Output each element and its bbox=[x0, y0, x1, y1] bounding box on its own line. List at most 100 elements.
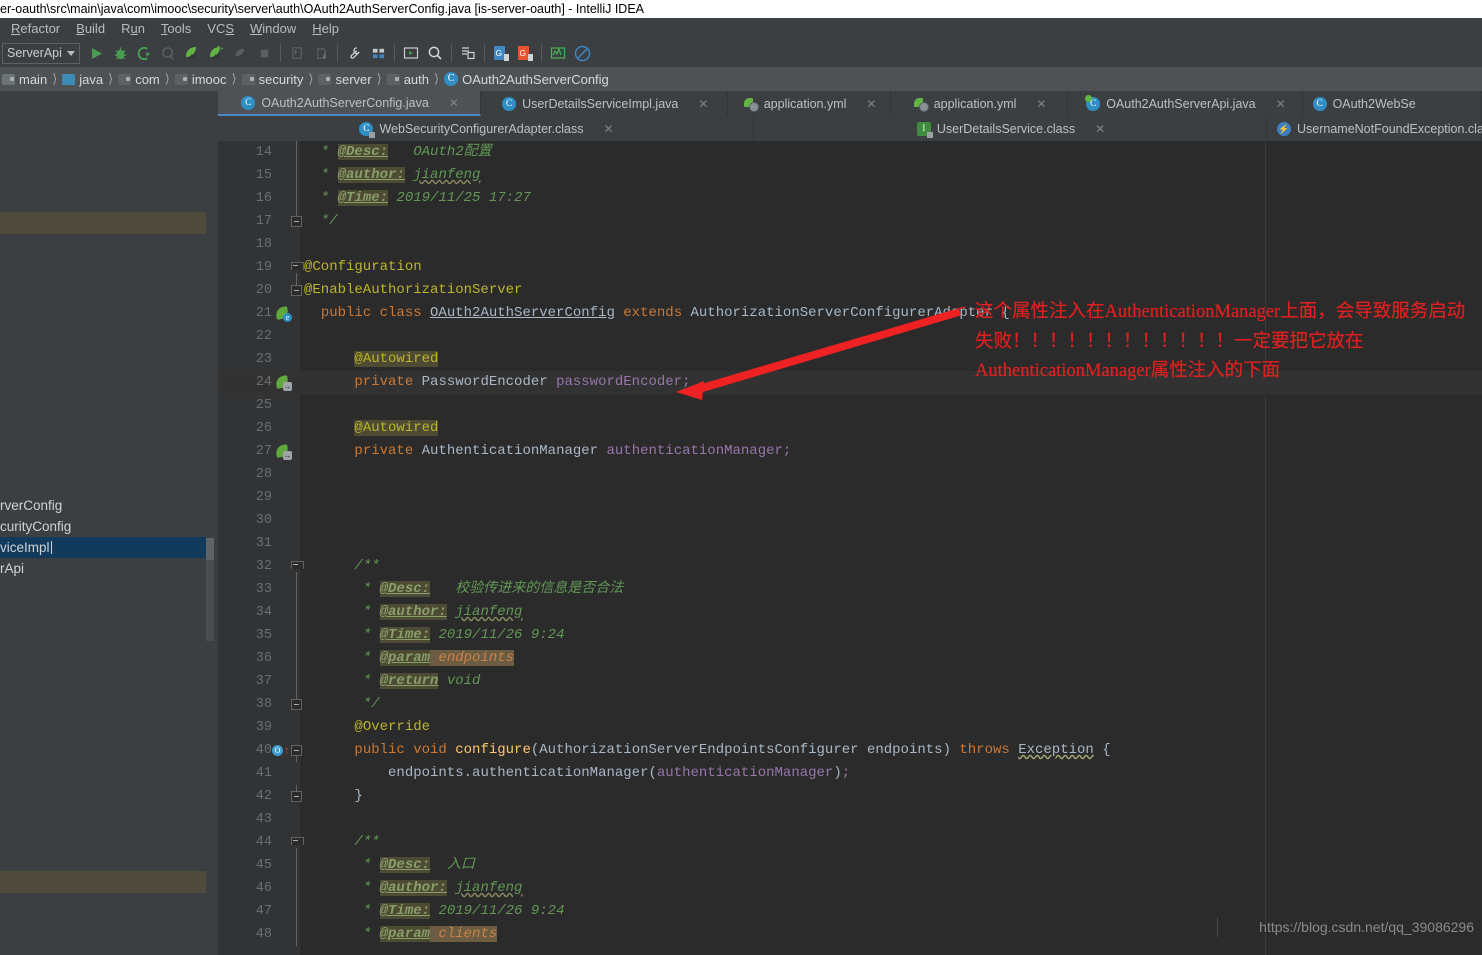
spring-autowired-icon[interactable] bbox=[275, 443, 293, 460]
sync-button[interactable] bbox=[456, 41, 480, 65]
monitor-chart-button[interactable] bbox=[546, 41, 570, 65]
scrollbar-thumb[interactable] bbox=[206, 538, 214, 560]
project-structure-button[interactable] bbox=[366, 41, 390, 65]
breadcrumb-item-main[interactable]: main bbox=[2, 72, 47, 87]
close-icon[interactable]: ✕ bbox=[1095, 122, 1105, 136]
fold-end-handle[interactable] bbox=[291, 699, 302, 710]
tab-userdetailsservice-class[interactable]: UserDetailsService.class ✕ bbox=[754, 116, 1267, 141]
code-line[interactable]: 19 @Configuration bbox=[218, 256, 1482, 279]
tab-oauth2authserverconfig-java[interactable]: OAuth2AuthServerConfig.java ✕ bbox=[218, 91, 482, 116]
list-item[interactable]: rverConfig bbox=[0, 495, 206, 516]
list-item[interactable]: viceImpl bbox=[0, 537, 206, 558]
profile-button[interactable] bbox=[156, 41, 180, 65]
code-line[interactable]: 37 * @return void bbox=[218, 670, 1482, 693]
code-line[interactable]: 43 bbox=[218, 808, 1482, 831]
code-line[interactable]: 17 */ bbox=[218, 210, 1482, 233]
code-line[interactable]: 35 * @Time: 2019/11/26 9:24 bbox=[218, 624, 1482, 647]
tab-application-yml-1[interactable]: application.yml ✕ bbox=[728, 91, 891, 116]
code-line[interactable]: 45 * @Desc: 入口 bbox=[218, 854, 1482, 877]
menu-window[interactable]: Window bbox=[242, 20, 304, 37]
fold-collapse-handle[interactable] bbox=[291, 745, 302, 756]
code-line[interactable]: 42 } bbox=[218, 785, 1482, 808]
fold-end-handle[interactable] bbox=[291, 216, 302, 227]
tab-websecurityconfigureradapter-class[interactable]: WebSecurityConfigurerAdapter.class ✕ bbox=[218, 116, 754, 141]
terminal-button[interactable] bbox=[399, 41, 423, 65]
popup-scrollbar[interactable] bbox=[206, 538, 214, 641]
breadcrumb-item-class[interactable]: C OAuth2AuthServerConfig bbox=[444, 72, 609, 87]
close-icon[interactable]: ✕ bbox=[449, 96, 459, 110]
code-editor[interactable]: 14 * @Desc: OAuth2配置 15 * @author: jianfe… bbox=[218, 141, 1482, 955]
yaml-file-icon bbox=[913, 97, 929, 112]
code-line[interactable]: 46 * @author: jianfeng bbox=[218, 877, 1482, 900]
close-icon[interactable]: ✕ bbox=[698, 97, 708, 111]
code-lines[interactable]: 14 * @Desc: OAuth2配置 15 * @author: jianfe… bbox=[218, 141, 1482, 955]
code-line[interactable]: 40O↑@ public void configure(Authorizatio… bbox=[218, 739, 1482, 762]
tab-oauth2webse[interactable]: OAuth2WebSe bbox=[1302, 91, 1482, 116]
code-line[interactable]: 36 * @param endpoints bbox=[218, 647, 1482, 670]
breadcrumb-item-security[interactable]: security bbox=[241, 72, 303, 87]
tab-application-yml-2[interactable]: application.yml ✕ bbox=[890, 91, 1069, 116]
run-button[interactable] bbox=[84, 41, 108, 65]
google-slides-button[interactable]: G bbox=[513, 41, 537, 65]
close-icon[interactable]: ✕ bbox=[1036, 97, 1046, 111]
code-text: * @param endpoints bbox=[362, 650, 515, 666]
tab-oauth2authserverapi-java[interactable]: OAuth2AuthServerApi.java ✕ bbox=[1068, 91, 1303, 116]
spring-bean-icon[interactable] bbox=[275, 305, 293, 322]
code-line[interactable]: 18 bbox=[218, 233, 1482, 256]
fold-end-handle[interactable] bbox=[291, 285, 302, 296]
fold-collapse-handle[interactable] bbox=[291, 561, 304, 572]
code-line[interactable]: 14 * @Desc: OAuth2配置 bbox=[218, 141, 1482, 164]
code-line[interactable]: 44 /** bbox=[218, 831, 1482, 854]
menu-run[interactable]: Run bbox=[113, 20, 153, 37]
intellij-window: er-oauth\src\main\java\com\imooc\securit… bbox=[0, 0, 1482, 955]
menu-help[interactable]: Help bbox=[304, 20, 347, 37]
settings-wrench-button[interactable] bbox=[342, 41, 366, 65]
breadcrumb-item-imooc[interactable]: imooc bbox=[174, 72, 227, 87]
code-line[interactable]: 41 endpoints.authenticationManager(authe… bbox=[218, 762, 1482, 785]
menu-tools[interactable]: Tools bbox=[153, 20, 199, 37]
google-docs-button[interactable]: G bbox=[489, 41, 513, 65]
code-line[interactable]: 26 @Autowired bbox=[218, 417, 1482, 440]
tab-userdetailsserviceimpl-java[interactable]: UserDetailsServiceImpl.java ✕ bbox=[481, 91, 729, 116]
code-line[interactable]: 34 * @author: jianfeng bbox=[218, 601, 1482, 624]
code-line[interactable]: 38 */ bbox=[218, 693, 1482, 716]
debug-button[interactable] bbox=[108, 41, 132, 65]
tab-usernamenotfoundexception-class[interactable]: UsernameNotFoundException.class bbox=[1267, 116, 1482, 141]
fold-collapse-handle[interactable] bbox=[291, 262, 304, 273]
file-structure-popup[interactable]: rverConfig curityConfig viceImpl rApi bbox=[0, 495, 206, 581]
code-line[interactable]: 29 bbox=[218, 486, 1482, 509]
run-with-coverage-button[interactable] bbox=[132, 41, 156, 65]
code-line[interactable]: 33 * @Desc: 校验传进来的信息是否合法 bbox=[218, 578, 1482, 601]
menu-vcs[interactable]: VCS bbox=[199, 20, 242, 37]
code-line[interactable]: 32 /** bbox=[218, 555, 1482, 578]
code-text: public void configure(AuthorizationServe… bbox=[354, 742, 1111, 758]
code-line[interactable]: 27 private AuthenticationManager authent… bbox=[218, 440, 1482, 463]
menu-refactor[interactable]: Refactor bbox=[3, 20, 68, 37]
close-icon[interactable]: ✕ bbox=[603, 122, 613, 136]
debug-attach-button[interactable]: JR bbox=[204, 41, 228, 65]
code-line[interactable]: 16 * @Time: 2019/11/25 17:27 bbox=[218, 187, 1482, 210]
spring-autowired-icon[interactable] bbox=[275, 374, 293, 391]
close-icon[interactable]: ✕ bbox=[866, 97, 876, 111]
code-line[interactable]: 39 @Override bbox=[218, 716, 1482, 739]
breadcrumb-item-com[interactable]: com bbox=[118, 72, 160, 87]
menu-build[interactable]: Build bbox=[68, 20, 113, 37]
list-item[interactable]: curityConfig bbox=[0, 516, 206, 537]
breadcrumb-label: com bbox=[135, 71, 160, 87]
fold-end-handle[interactable] bbox=[291, 791, 302, 802]
code-line[interactable]: 30 bbox=[218, 509, 1482, 532]
search-everywhere-button[interactable] bbox=[423, 41, 447, 65]
attach-to-process-button[interactable]: JR bbox=[180, 41, 204, 65]
code-line[interactable]: 15 * @author: jianfeng bbox=[218, 164, 1482, 187]
run-configuration-selector[interactable]: ServerApi bbox=[2, 42, 80, 64]
line-number: 38 bbox=[255, 697, 272, 712]
close-icon[interactable]: ✕ bbox=[1276, 97, 1286, 111]
breadcrumb-item-server[interactable]: server bbox=[318, 72, 372, 87]
no-entry-button[interactable] bbox=[570, 41, 594, 65]
breadcrumb-item-auth[interactable]: auth bbox=[386, 72, 429, 87]
breadcrumb-item-java[interactable]: java bbox=[62, 72, 103, 87]
code-line[interactable]: 28 bbox=[218, 463, 1482, 486]
fold-collapse-handle[interactable] bbox=[291, 837, 304, 848]
code-line[interactable]: 31 bbox=[218, 532, 1482, 555]
list-item[interactable]: rApi bbox=[0, 558, 206, 579]
